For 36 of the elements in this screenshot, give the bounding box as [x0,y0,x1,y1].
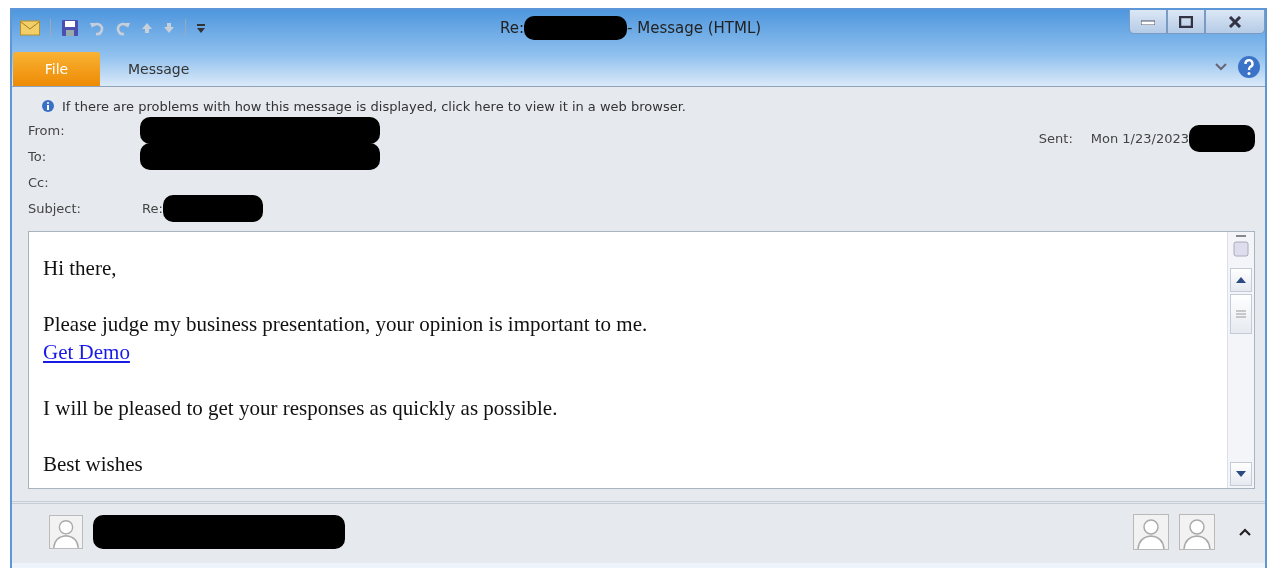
close-button[interactable] [1205,10,1265,34]
person-icon [1179,514,1215,550]
window-title: - Message (HTML) [627,19,762,37]
field-label: Subject: [28,200,82,216]
chevron-down-icon[interactable] [1215,63,1227,71]
scroll-down-button[interactable] [1230,462,1252,486]
help-icon[interactable] [1237,55,1261,79]
maximize-icon [1179,15,1193,28]
ribbon-tab[interactable]: Message [108,52,210,86]
chevron-up-icon[interactable] [1239,528,1251,536]
field-label: Sent: [1038,130,1073,146]
demo-link[interactable]: Get Demo [43,340,130,364]
message-line: I will be pleased to get your responses as quickly as possible. [43,395,558,422]
scroll-thumb[interactable] [1230,294,1252,334]
triangle-down-icon [1236,471,1246,477]
close-icon [1228,15,1242,28]
sent-date: Mon 1/23/2023 [1090,130,1189,146]
infobar-link[interactable]: If there are problems with how this message is displayed, click here to view it in a web browser. [62,98,686,114]
info-icon [42,100,54,112]
message-line: Hi there, [43,255,117,282]
subject-prefix: Re: [142,200,163,216]
customize-icon[interactable] [196,22,206,34]
message-line: Best wishes [43,451,143,478]
triangle-up-icon [1236,277,1246,283]
window-title: Re: [500,19,525,37]
save-icon[interactable] [61,19,79,37]
field-label: To: [28,148,48,164]
maximize-button[interactable] [1167,10,1205,34]
scroll-up-button[interactable] [1230,268,1252,292]
person-icon [1133,514,1169,550]
field-label: Cc: [28,174,50,190]
person-icon [49,515,83,549]
message-line: Please judge my business presentation, your opinion is important to me. [43,311,648,338]
grip-lines-icon [1236,309,1246,319]
minimize-icon [1141,18,1155,25]
field-label: From: [28,122,66,138]
